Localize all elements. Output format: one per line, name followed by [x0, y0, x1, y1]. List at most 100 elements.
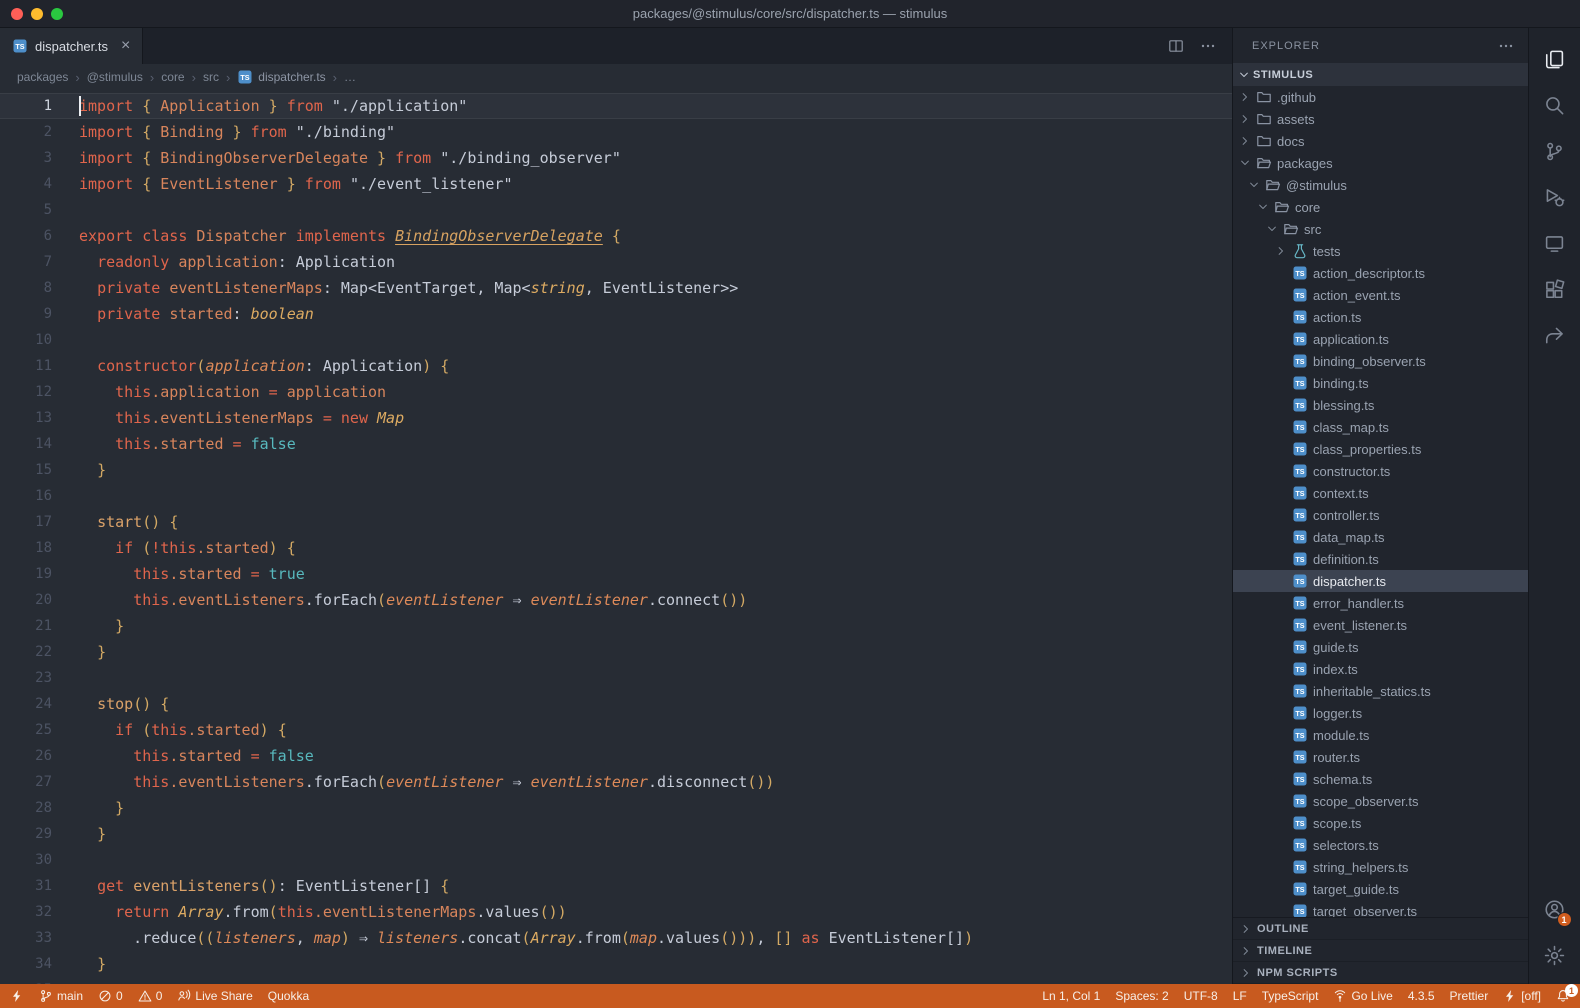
code-line[interactable]: 14 this.started = false: [0, 431, 1232, 457]
tree-item-binding-ts[interactable]: TSbinding.ts: [1233, 372, 1528, 394]
status-prettier[interactable]: Prettier: [1450, 989, 1489, 1003]
code-line[interactable]: 32 return Array.from(this.eventListenerM…: [0, 899, 1232, 925]
status-indentation[interactable]: Spaces: 2: [1115, 989, 1168, 1003]
breadcrumb-item-file[interactable]: TSdispatcher.ts: [237, 69, 325, 85]
tree-item-binding-observer-ts[interactable]: TSbinding_observer.ts: [1233, 350, 1528, 372]
tree-item-action-event-ts[interactable]: TSaction_event.ts: [1233, 284, 1528, 306]
tree-item-context-ts[interactable]: TScontext.ts: [1233, 482, 1528, 504]
tree-item-data-map-ts[interactable]: TSdata_map.ts: [1233, 526, 1528, 548]
tree-item-logger-ts[interactable]: TSlogger.ts: [1233, 702, 1528, 724]
tree-item-tests[interactable]: tests: [1233, 240, 1528, 262]
tree-item-definition-ts[interactable]: TSdefinition.ts: [1233, 548, 1528, 570]
tree-item-assets[interactable]: assets: [1233, 108, 1528, 130]
tree-item-guide-ts[interactable]: TSguide.ts: [1233, 636, 1528, 658]
editor-more-actions-icon[interactable]: [1200, 38, 1216, 54]
tree-item-core[interactable]: core: [1233, 196, 1528, 218]
code-line[interactable]: 5: [0, 197, 1232, 223]
code-line[interactable]: 27 this.eventListeners.forEach(eventList…: [0, 769, 1232, 795]
tree-item--github[interactable]: .github: [1233, 86, 1528, 108]
breadcrumb-item[interactable]: packages: [17, 70, 68, 84]
tree-item-event-listener-ts[interactable]: TSevent_listener.ts: [1233, 614, 1528, 636]
code-line[interactable]: 25 if (this.started) {: [0, 717, 1232, 743]
sidebar-section-outline[interactable]: OUTLINE: [1233, 918, 1528, 940]
tab-close-icon[interactable]: ×: [121, 38, 130, 54]
sidebar-section-npm-scripts[interactable]: NPM SCRIPTS: [1233, 962, 1528, 984]
status-notifications[interactable]: 1: [1556, 989, 1570, 1003]
code-line[interactable]: 33 .reduce((listeners, map) ⇒ listeners.…: [0, 925, 1232, 951]
code-line[interactable]: 22 }: [0, 639, 1232, 665]
activity-search[interactable]: [1531, 82, 1579, 128]
code-line[interactable]: 35: [0, 977, 1232, 984]
activity-remote-explorer[interactable]: [1531, 220, 1579, 266]
status-go-live[interactable]: Go Live: [1333, 989, 1392, 1003]
code-line[interactable]: 29 }: [0, 821, 1232, 847]
code-line[interactable]: 30: [0, 847, 1232, 873]
tree-item-docs[interactable]: docs: [1233, 130, 1528, 152]
code-line[interactable]: 23: [0, 665, 1232, 691]
status-language-mode[interactable]: TypeScript: [1262, 989, 1319, 1003]
tree-item-error-handler-ts[interactable]: TSerror_handler.ts: [1233, 592, 1528, 614]
status-errors[interactable]: 0: [98, 989, 123, 1003]
code-line[interactable]: 2import { Binding } from "./binding": [0, 119, 1232, 145]
breadcrumb-item[interactable]: @stimulus: [87, 70, 143, 84]
breadcrumb-item[interactable]: core: [161, 70, 184, 84]
breadcrumb-more[interactable]: …: [344, 70, 356, 84]
status-cursor-position[interactable]: Ln 1, Col 1: [1042, 989, 1100, 1003]
explorer-more-actions-icon[interactable]: [1498, 38, 1514, 54]
minimize-window-button[interactable]: [31, 8, 43, 20]
code-line[interactable]: 8 private eventListenerMaps: Map<EventTa…: [0, 275, 1232, 301]
code-line[interactable]: 7 readonly application: Application: [0, 249, 1232, 275]
activity-live-share[interactable]: [1531, 312, 1579, 358]
code-editor[interactable]: 1import { Application } from "./applicat…: [0, 90, 1232, 984]
tree-item-string-helpers-ts[interactable]: TSstring_helpers.ts: [1233, 856, 1528, 878]
tree-item-controller-ts[interactable]: TScontroller.ts: [1233, 504, 1528, 526]
code-line[interactable]: 28 }: [0, 795, 1232, 821]
explorer-root-section[interactable]: STIMULUS: [1233, 63, 1528, 86]
tab-dispatcher-ts[interactable]: TS dispatcher.ts ×: [0, 28, 143, 64]
code-line[interactable]: 1import { Application } from "./applicat…: [0, 93, 1232, 119]
status-eol[interactable]: LF: [1233, 989, 1247, 1003]
tree-item-dispatcher-ts[interactable]: TSdispatcher.ts: [1233, 570, 1528, 592]
tree-item-packages[interactable]: packages: [1233, 152, 1528, 174]
status-warnings[interactable]: 0: [138, 989, 163, 1003]
tree-item--stimulus[interactable]: @stimulus: [1233, 174, 1528, 196]
activity-explorer[interactable]: [1531, 36, 1579, 82]
sidebar-section-timeline[interactable]: TIMELINE: [1233, 940, 1528, 962]
code-line[interactable]: 16: [0, 483, 1232, 509]
tree-item-target-observer-ts[interactable]: TStarget_observer.ts: [1233, 900, 1528, 917]
tree-item-action-ts[interactable]: TSaction.ts: [1233, 306, 1528, 328]
status-toggle-off[interactable]: [off]: [1503, 989, 1541, 1003]
tree-item-schema-ts[interactable]: TSschema.ts: [1233, 768, 1528, 790]
code-line[interactable]: 19 this.started = true: [0, 561, 1232, 587]
activity-run-debug[interactable]: [1531, 174, 1579, 220]
code-line[interactable]: 15 }: [0, 457, 1232, 483]
status-live-share[interactable]: Live Share: [177, 989, 252, 1003]
activity-extensions[interactable]: [1531, 266, 1579, 312]
tree-item-blessing-ts[interactable]: TSblessing.ts: [1233, 394, 1528, 416]
code-line[interactable]: 18 if (!this.started) {: [0, 535, 1232, 561]
code-line[interactable]: 20 this.eventListeners.forEach(eventList…: [0, 587, 1232, 613]
code-line[interactable]: 6export class Dispatcher implements Bind…: [0, 223, 1232, 249]
breadcrumb-item[interactable]: src: [203, 70, 219, 84]
activity-settings[interactable]: [1531, 932, 1579, 978]
code-line[interactable]: 17 start() {: [0, 509, 1232, 535]
status-encoding[interactable]: UTF-8: [1184, 989, 1218, 1003]
code-line[interactable]: 21 }: [0, 613, 1232, 639]
zoom-window-button[interactable]: [51, 8, 63, 20]
tree-item-module-ts[interactable]: TSmodule.ts: [1233, 724, 1528, 746]
tree-item-index-ts[interactable]: TSindex.ts: [1233, 658, 1528, 680]
status-remote-indicator[interactable]: [10, 989, 24, 1003]
code-line[interactable]: 4import { EventListener } from "./event_…: [0, 171, 1232, 197]
tree-item-scope-ts[interactable]: TSscope.ts: [1233, 812, 1528, 834]
code-line[interactable]: 13 this.eventListenerMaps = new Map: [0, 405, 1232, 431]
status-ts-version[interactable]: 4.3.5: [1408, 989, 1435, 1003]
tree-item-selectors-ts[interactable]: TSselectors.ts: [1233, 834, 1528, 856]
code-line[interactable]: 12 this.application = application: [0, 379, 1232, 405]
tree-item-router-ts[interactable]: TSrouter.ts: [1233, 746, 1528, 768]
activity-accounts[interactable]: 1: [1531, 886, 1579, 932]
code-line[interactable]: 11 constructor(application: Application)…: [0, 353, 1232, 379]
split-editor-icon[interactable]: [1168, 38, 1184, 54]
tree-item-target-guide-ts[interactable]: TStarget_guide.ts: [1233, 878, 1528, 900]
code-line[interactable]: 3import { BindingObserverDelegate } from…: [0, 145, 1232, 171]
tree-item-constructor-ts[interactable]: TSconstructor.ts: [1233, 460, 1528, 482]
